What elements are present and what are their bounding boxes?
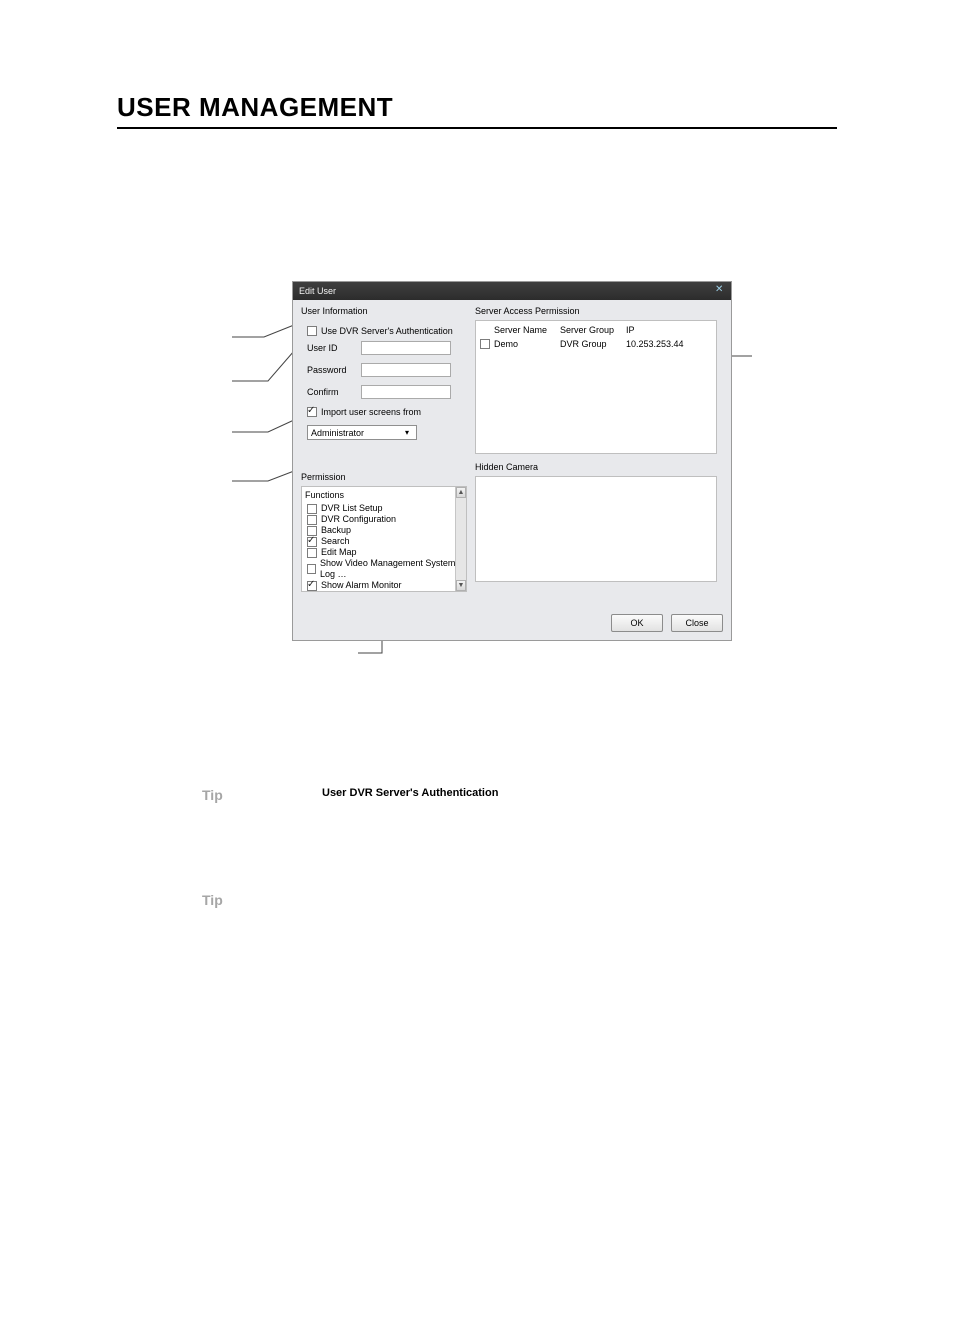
dialog-titlebar: Edit User ✕ (293, 282, 731, 300)
tip-block-2: Tip (202, 892, 223, 910)
permission-item-label: Show Alarm Monitor (321, 580, 402, 591)
user-id-input[interactable] (361, 341, 451, 355)
col-server-group: Server Group (560, 323, 624, 337)
checkbox-icon (307, 548, 317, 558)
permission-label: Permission (301, 472, 467, 482)
permission-item[interactable]: Edit Map (307, 547, 463, 558)
checkbox-icon: ✓ (307, 581, 317, 591)
confirm-label: Confirm (307, 387, 353, 397)
cell-ip: 10.253.253.44 (626, 337, 706, 351)
cell-server-group: DVR Group (560, 337, 624, 351)
permission-item[interactable]: Show Video Management System Log … (307, 558, 463, 580)
checkbox-icon (307, 407, 317, 417)
cell-server-name: Demo (494, 337, 558, 351)
tip-label: Tip (202, 892, 223, 908)
permission-item-label: Edit Map (321, 547, 357, 558)
checkbox-icon (307, 515, 317, 525)
checkbox-icon (307, 564, 316, 574)
checkbox-icon[interactable] (480, 339, 490, 349)
permission-item-label: Search (321, 536, 350, 547)
permission-item-label: Show Video Management System Log … (320, 558, 463, 580)
permission-item-label: DVR List Setup (321, 503, 383, 514)
table-row[interactable]: Demo DVR Group 10.253.253.44 (480, 337, 712, 351)
password-label: Password (307, 365, 353, 375)
permission-item-label: Backup Viewer (321, 591, 381, 592)
user-info-label: User Information (301, 306, 467, 316)
tip-1-bold: User DVR Server's Authentication (322, 787, 498, 799)
import-from-value: Administrator (311, 428, 364, 438)
tip-block-1: Tip User DVR Server's Authentication (202, 787, 223, 805)
col-server-name: Server Name (494, 323, 558, 337)
user-info-box: Use DVR Server's Authentication User ID … (301, 320, 467, 464)
import-screens-label: Import user screens from (321, 407, 421, 417)
scrollbar[interactable]: ▲ ▼ (455, 487, 466, 591)
permission-list[interactable]: Functions DVR List SetupDVR Configuratio… (301, 486, 467, 592)
dialog-title: Edit User (299, 286, 336, 296)
user-id-label: User ID (307, 343, 353, 353)
edit-user-dialog: Edit User ✕ User Information Use DVR Ser… (292, 281, 732, 641)
hidden-camera-box (475, 476, 717, 582)
permission-item[interactable]: ✓ Search (307, 536, 463, 547)
import-screens-checkbox[interactable]: Import user screens from (307, 407, 421, 417)
permission-item-label: DVR Configuration (321, 514, 396, 525)
permission-item[interactable]: Backup Viewer (307, 591, 463, 592)
confirm-input[interactable] (361, 385, 451, 399)
col-ip: IP (626, 323, 706, 337)
use-dvr-auth-checkbox[interactable]: Use DVR Server's Authentication (307, 326, 453, 336)
permission-item[interactable]: DVR List Setup (307, 503, 463, 514)
import-from-dropdown[interactable]: Administrator ▾ (307, 425, 417, 440)
permission-item[interactable]: DVR Configuration (307, 514, 463, 525)
checkbox-icon (307, 326, 317, 336)
chevron-down-icon: ▾ (405, 429, 413, 437)
permission-item[interactable]: Backup (307, 525, 463, 536)
close-icon[interactable]: ✕ (715, 285, 725, 295)
close-button[interactable]: Close (671, 614, 723, 632)
page-title: USER MANAGEMENT (117, 92, 837, 123)
permission-header: Functions (305, 490, 463, 500)
scroll-up-icon[interactable]: ▲ (456, 487, 466, 498)
page-header: USER MANAGEMENT (117, 92, 837, 129)
server-access-table: Server Name Server Group IP Demo DVR Gro… (475, 320, 717, 454)
checkbox-icon (307, 592, 317, 593)
scroll-track[interactable] (456, 498, 466, 580)
server-access-label: Server Access Permission (475, 306, 717, 316)
permission-item-label: Backup (321, 525, 351, 536)
ok-button[interactable]: OK (611, 614, 663, 632)
checkbox-icon (307, 504, 317, 514)
checkbox-icon: ✓ (307, 537, 317, 547)
hidden-camera-label: Hidden Camera (475, 462, 717, 472)
password-input[interactable] (361, 363, 451, 377)
permission-item[interactable]: ✓ Show Alarm Monitor (307, 580, 463, 591)
tip-label: Tip (202, 787, 223, 803)
scroll-down-icon[interactable]: ▼ (456, 580, 466, 591)
use-dvr-auth-label: Use DVR Server's Authentication (321, 326, 453, 336)
